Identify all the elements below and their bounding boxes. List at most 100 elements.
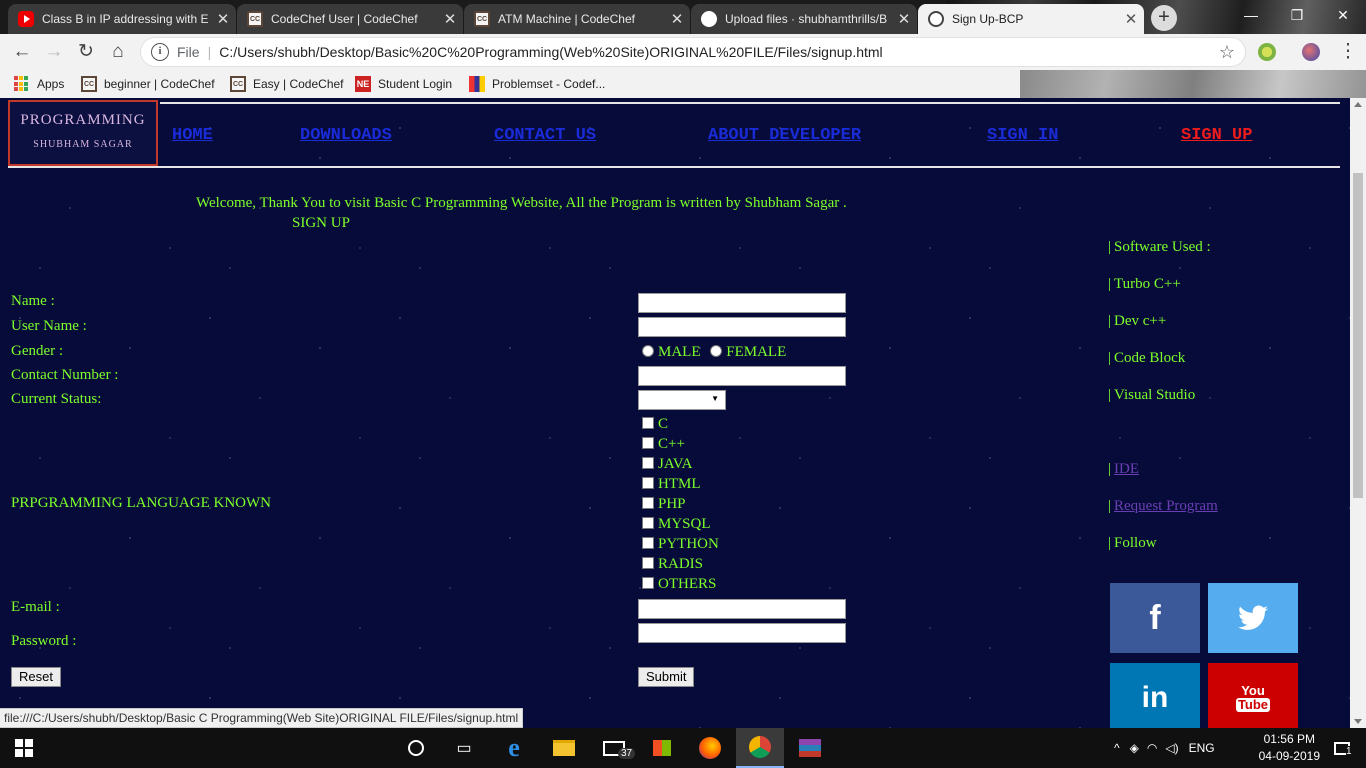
- back-arrow-icon[interactable]: ←: [8, 38, 36, 66]
- checkbox-c[interactable]: [642, 417, 654, 429]
- nav-home[interactable]: HOME: [172, 126, 213, 145]
- file-explorer-icon[interactable]: [540, 728, 588, 768]
- tab-strip: Class B in IP addressing with E ✕ CC Cod…: [0, 0, 1366, 34]
- sidebar-divider: |: [1108, 461, 1112, 477]
- twitter-bird-icon: [1238, 605, 1268, 630]
- nav-divider-bottom: [8, 166, 1340, 168]
- twitter-icon[interactable]: [1208, 583, 1298, 653]
- logo-line-1: PROGRAMMING: [20, 112, 146, 128]
- address-url: C:/Users/shubh/Desktop/Basic%20C%20Progr…: [219, 44, 883, 60]
- facebook-icon[interactable]: f: [1110, 583, 1200, 653]
- close-window-button[interactable]: ✕: [1320, 0, 1366, 30]
- checkbox-html[interactable]: [642, 477, 654, 489]
- bookmark-beginner[interactable]: CC beginner | CodeChef: [81, 76, 215, 92]
- scroll-down-arrow-icon[interactable]: [1354, 719, 1362, 724]
- close-tab-icon[interactable]: ✕: [664, 10, 690, 28]
- youtube-social-icon[interactable]: You Tube: [1208, 663, 1298, 728]
- checkbox-mysql[interactable]: [642, 517, 654, 529]
- forward-arrow-icon[interactable]: →: [40, 38, 68, 66]
- language-php-label: PHP: [658, 496, 686, 512]
- winrar-icon[interactable]: [786, 728, 834, 768]
- language-python-label: PYTHON: [658, 536, 719, 552]
- checkbox-python[interactable]: [642, 537, 654, 549]
- chrome-icon[interactable]: [736, 728, 784, 768]
- close-tab-icon[interactable]: ✕: [891, 10, 917, 28]
- profile-avatar[interactable]: [1302, 43, 1320, 61]
- firefox-icon[interactable]: [686, 728, 734, 768]
- tab-atm-machine[interactable]: CC ATM Machine | CodeChef ✕: [464, 4, 690, 34]
- home-icon[interactable]: ⌂: [104, 38, 132, 66]
- bookmark-problemset[interactable]: Problemset - Codef...: [469, 76, 605, 92]
- bookmark-easy[interactable]: CC Easy | CodeChef: [230, 76, 344, 92]
- password-input[interactable]: [638, 623, 846, 643]
- username-label: User Name :: [11, 318, 87, 334]
- bookmark-apps[interactable]: Apps: [14, 76, 64, 92]
- checkbox-others[interactable]: [642, 577, 654, 589]
- dropbox-icon[interactable]: ◈: [1130, 741, 1139, 755]
- bookmark-student-login[interactable]: NE Student Login: [355, 76, 452, 92]
- page-scrollbar[interactable]: [1350, 98, 1366, 728]
- nav-sign-in[interactable]: SIGN IN: [987, 126, 1058, 145]
- new-tab-button[interactable]: +: [1151, 5, 1177, 31]
- software-item: | Code Block: [1108, 350, 1185, 367]
- windows-start-icon[interactable]: [0, 728, 48, 768]
- submit-button[interactable]: Submit: [638, 667, 695, 687]
- bookmark-star-icon[interactable]: ☆: [1219, 42, 1235, 63]
- page-title: SIGN UP: [292, 215, 350, 231]
- language-html-label: HTML: [658, 476, 701, 492]
- checkbox-php[interactable]: [642, 497, 654, 509]
- scroll-up-arrow-icon[interactable]: [1354, 102, 1362, 107]
- female-radio[interactable]: [710, 345, 723, 357]
- codechef-icon: CC: [230, 76, 246, 92]
- scrollbar-thumb[interactable]: [1353, 173, 1363, 498]
- store-icon[interactable]: [638, 728, 686, 768]
- menu-kebab-icon[interactable]: ⋮: [1334, 38, 1362, 66]
- close-tab-icon[interactable]: ✕: [1118, 10, 1144, 28]
- nav-downloads[interactable]: DOWNLOADS: [300, 126, 392, 145]
- nav-sign-up[interactable]: SIGN UP: [1181, 126, 1252, 145]
- username-input[interactable]: [638, 317, 846, 337]
- language-indicator[interactable]: ENG: [1189, 741, 1215, 755]
- password-label: Password :: [11, 633, 77, 649]
- checkbox-radis[interactable]: [642, 557, 654, 569]
- task-view-icon[interactable]: ▭: [440, 728, 488, 768]
- tab-sign-up[interactable]: Sign Up-BCP ✕: [918, 4, 1144, 34]
- show-hidden-icons-icon[interactable]: ^: [1114, 741, 1120, 755]
- site-logo[interactable]: PROGRAMMING SHUBHAM SAGAR: [8, 100, 158, 166]
- language-java-label: JAVA: [658, 456, 693, 472]
- info-icon[interactable]: i: [151, 43, 169, 61]
- reset-button[interactable]: Reset: [11, 667, 61, 687]
- male-radio[interactable]: [642, 345, 654, 357]
- extension-icon[interactable]: [1258, 43, 1276, 61]
- mail-icon[interactable]: 37: [590, 728, 638, 768]
- checkbox-cpp[interactable]: [642, 437, 654, 449]
- request-program-link[interactable]: Request Program: [1114, 498, 1218, 514]
- current-status-select[interactable]: [638, 390, 726, 410]
- close-tab-icon[interactable]: ✕: [210, 10, 236, 28]
- address-bar[interactable]: i File | C:/Users/shubh/Desktop/Basic%20…: [140, 37, 1246, 67]
- close-tab-icon[interactable]: ✕: [437, 10, 463, 28]
- email-input[interactable]: [638, 599, 846, 619]
- linkedin-icon[interactable]: in: [1110, 663, 1200, 728]
- volume-icon[interactable]: ◁): [1165, 741, 1178, 755]
- software-item-text: Dev c++: [1114, 313, 1167, 329]
- nav-contact-us[interactable]: CONTACT US: [494, 126, 596, 145]
- tab-class-b-ip[interactable]: Class B in IP addressing with E ✕: [8, 4, 236, 34]
- cortana-search-icon[interactable]: [392, 728, 440, 768]
- maximize-button[interactable]: ❐: [1274, 0, 1320, 30]
- notification-center-icon[interactable]: 1: [1318, 728, 1366, 768]
- contact-number-input[interactable]: [638, 366, 846, 386]
- tab-upload-files[interactable]: Upload files · shubhamthrills/B ✕: [691, 4, 917, 34]
- wifi-icon[interactable]: ◠: [1147, 741, 1157, 755]
- tab-title: ATM Machine | CodeChef: [498, 12, 635, 26]
- ide-link[interactable]: IDE: [1114, 461, 1139, 477]
- edge-icon[interactable]: e: [490, 728, 538, 768]
- minimize-button[interactable]: —: [1228, 0, 1274, 30]
- checkbox-java[interactable]: [642, 457, 654, 469]
- request-program-link-row: | Request Program: [1108, 498, 1218, 515]
- reload-icon[interactable]: ↻: [72, 38, 100, 66]
- taskbar-clock[interactable]: 01:56 PM 04-09-2019: [1259, 731, 1320, 765]
- nav-about-developer[interactable]: ABOUT DEVELOPER: [708, 126, 861, 145]
- name-input[interactable]: [638, 293, 846, 313]
- tab-codechef-user[interactable]: CC CodeChef User | CodeChef ✕: [237, 4, 463, 34]
